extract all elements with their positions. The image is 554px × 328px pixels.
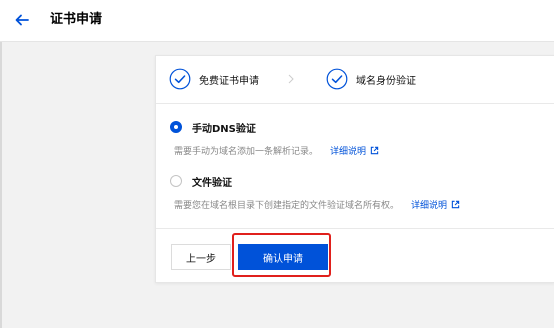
radio-file-verify[interactable]	[170, 175, 182, 187]
arrow-left-icon[interactable]	[14, 12, 30, 28]
step-domain-verify: 域名身份验证	[326, 68, 416, 90]
apply-card: 免费证书申请 域名身份验证 手动DNS验证 需要手动为域名添加一条解析记录。 详…	[155, 55, 554, 283]
step-certificate-apply: 免费证书申请	[169, 68, 259, 90]
step-label: 域名身份验证	[356, 75, 416, 87]
confirm-apply-button[interactable]: 确认申请	[238, 244, 328, 270]
radio-manual-dns[interactable]	[170, 121, 182, 133]
option-description: 需要您在域名根目录下创建指定的文件验证域名所有权。	[174, 201, 400, 211]
page-header: 证书申请	[0, 0, 554, 42]
external-link-icon[interactable]	[370, 146, 379, 155]
details-link[interactable]: 详细说明	[330, 144, 379, 157]
option-title: 手动DNS验证	[192, 123, 256, 135]
prev-step-button[interactable]: 上一步	[171, 244, 231, 270]
option-description: 需要手动为域名添加一条解析记录。	[174, 147, 319, 157]
check-circle-icon	[169, 68, 191, 90]
details-link[interactable]: 详细说明	[411, 198, 460, 211]
option-title: 文件验证	[192, 177, 232, 189]
option-file-verify[interactable]: 文件验证 需要您在域名根目录下创建指定的文件验证域名所有权。 详细说明	[170, 174, 550, 211]
divider	[156, 228, 554, 229]
check-circle-icon	[326, 68, 348, 90]
chevron-right-icon	[288, 74, 294, 84]
left-edge-divider	[0, 42, 2, 328]
steps-bar: 免费证书申请 域名身份验证	[156, 56, 554, 104]
details-link-label[interactable]: 详细说明	[330, 144, 366, 157]
option-manual-dns[interactable]: 手动DNS验证 需要手动为域名添加一条解析记录。 详细说明	[170, 120, 550, 157]
page-title: 证书申请	[50, 12, 103, 27]
external-link-icon[interactable]	[451, 200, 460, 209]
details-link-label[interactable]: 详细说明	[411, 198, 447, 211]
step-label: 免费证书申请	[199, 75, 259, 87]
